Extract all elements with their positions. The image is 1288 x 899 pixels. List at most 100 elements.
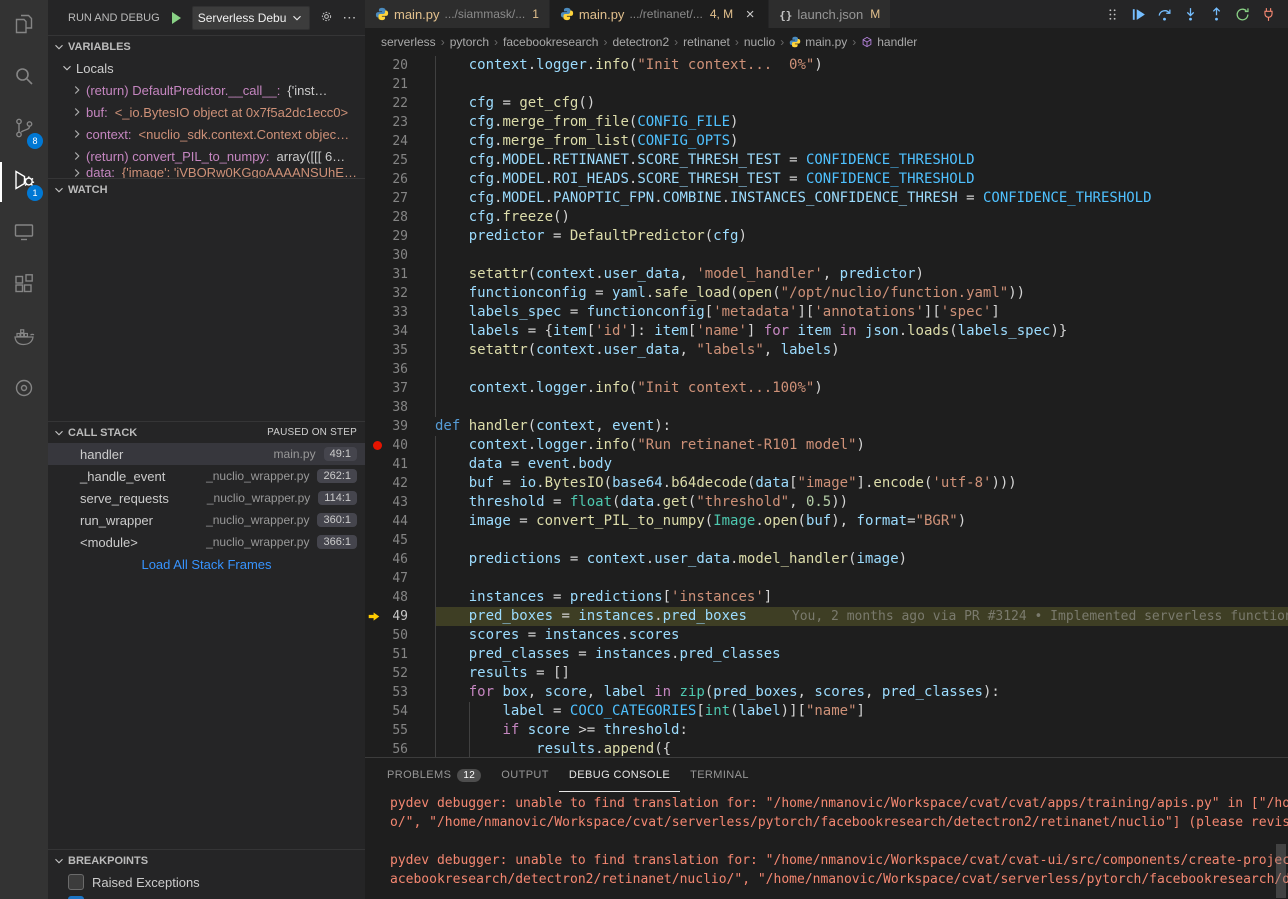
breakpoint-dot[interactable]	[373, 441, 382, 450]
code-line-22[interactable]: 22 cfg = get_cfg()	[365, 94, 1288, 113]
code-line-50[interactable]: 50 scores = instances.scores	[365, 626, 1288, 645]
code-line-24[interactable]: 24 cfg.merge_from_list(CONFIG_OPTS)	[365, 132, 1288, 151]
gear-icon[interactable]	[318, 9, 333, 27]
scope-locals[interactable]: Locals	[48, 57, 365, 79]
code-line-31[interactable]: 31 setattr(context.user_data, 'model_han…	[365, 265, 1288, 284]
step-out-icon[interactable]	[1204, 3, 1228, 25]
variable-row[interactable]: (return) convert_PIL_to_numpy:array([[[ …	[48, 145, 365, 167]
breadcrumb-item[interactable]: handler	[861, 35, 917, 49]
panel-tab-debug-console[interactable]: DEBUG CONSOLE	[559, 758, 680, 792]
code-line-33[interactable]: 33 labels_spec = functionconfig['metadat…	[365, 303, 1288, 322]
gutter[interactable]: 26	[365, 170, 435, 189]
gutter[interactable]: 29	[365, 227, 435, 246]
gutter[interactable]: 34	[365, 322, 435, 341]
checkbox[interactable]	[68, 874, 84, 890]
code-line-25[interactable]: 25 cfg.MODEL.RETINANET.SCORE_THRESH_TEST…	[365, 151, 1288, 170]
gutter[interactable]: 45	[365, 531, 435, 550]
code-line-38[interactable]: 38	[365, 398, 1288, 417]
gutter[interactable]: 32	[365, 284, 435, 303]
close-icon[interactable]: ×	[742, 6, 758, 23]
code-line-47[interactable]: 47	[365, 569, 1288, 588]
scrollbar[interactable]	[1276, 844, 1286, 898]
breadcrumb-item[interactable]: facebookresearch	[503, 35, 598, 49]
activity-run-debug-button[interactable]: 1	[0, 156, 48, 208]
breadcrumb-item[interactable]: main.py	[789, 35, 847, 49]
disconnect-icon[interactable]	[1256, 3, 1280, 25]
gutter[interactable]: 38	[365, 398, 435, 417]
step-over-icon[interactable]	[1152, 3, 1176, 25]
debug-config-select[interactable]: Ser­verless Debu	[192, 6, 311, 30]
code-line-36[interactable]: 36	[365, 360, 1288, 379]
breadcrumb-item[interactable]: retinanet	[683, 35, 730, 49]
activity-target-button[interactable]	[0, 364, 48, 416]
tab-launch.json[interactable]: {}launch.jsonM	[769, 0, 891, 28]
code-line-29[interactable]: 29 predictor = DefaultPredictor(cfg)	[365, 227, 1288, 246]
breadcrumb-item[interactable]: detectron2	[612, 35, 669, 49]
gutter[interactable]: 21	[365, 75, 435, 94]
code-line-52[interactable]: 52 results = []	[365, 664, 1288, 683]
gutter[interactable]: 20	[365, 56, 435, 75]
gutter[interactable]: 52	[365, 664, 435, 683]
tab-main.py[interactable]: main.py.../siammask/...1	[365, 0, 550, 28]
panel-tab-problems[interactable]: PROBLEMS12	[377, 758, 491, 792]
code-line-49[interactable]: 49 pred_boxes = instances.pred_boxesYou,…	[365, 607, 1288, 626]
step-into-icon[interactable]	[1178, 3, 1202, 25]
continue-icon[interactable]	[1126, 3, 1150, 25]
gutter[interactable]: 48	[365, 588, 435, 607]
activity-remote-button[interactable]	[0, 208, 48, 260]
code-editor[interactable]: 20 context.logger.info("Init context... …	[365, 56, 1288, 757]
gutter[interactable]: 36	[365, 360, 435, 379]
gutter[interactable]: 43	[365, 493, 435, 512]
gutter[interactable]: 44	[365, 512, 435, 531]
gutter[interactable]: 37	[365, 379, 435, 398]
variables-section-header[interactable]: VARIABLES	[48, 35, 365, 57]
debug-console-output[interactable]: pydev debugger: unable to find translati…	[365, 792, 1288, 899]
gutter[interactable]: 25	[365, 151, 435, 170]
variable-row[interactable]: context:<nuclio_sdk.context.Context obje…	[48, 123, 365, 145]
gutter[interactable]: 56	[365, 740, 435, 757]
gutter[interactable]: 46	[365, 550, 435, 569]
code-line-53[interactable]: 53 for box, score, label in zip(pred_box…	[365, 683, 1288, 702]
activity-search-button[interactable]	[0, 52, 48, 104]
stack-frame-row[interactable]: serve_requests_nuclio_wrapper.py114:1	[48, 487, 365, 509]
activity-explorer-button[interactable]	[0, 0, 48, 52]
gutter[interactable]: 39	[365, 417, 435, 436]
breakpoints-section-header[interactable]: BREAKPOINTS	[48, 849, 365, 871]
gutter[interactable]: 27	[365, 189, 435, 208]
code-line-42[interactable]: 42 buf = io.BytesIO(base64.b64decode(dat…	[365, 474, 1288, 493]
code-line-55[interactable]: 55 if score >= threshold:	[365, 721, 1288, 740]
gutter[interactable]: 42	[365, 474, 435, 493]
more-actions-icon[interactable]: ⋯	[342, 9, 357, 26]
code-line-32[interactable]: 32 functionconfig = yaml.safe_load(open(…	[365, 284, 1288, 303]
breakpoint-row[interactable]: Uncaught Exceptions	[48, 893, 365, 899]
activity-source-control-button[interactable]: 8	[0, 104, 48, 156]
gutter[interactable]: 35	[365, 341, 435, 360]
gutter[interactable]: 22	[365, 94, 435, 113]
code-line-44[interactable]: 44 image = convert_PIL_to_numpy(Image.op…	[365, 512, 1288, 531]
stack-frame-row[interactable]: <module>_nuclio_wrapper.py366:1	[48, 531, 365, 553]
variable-row[interactable]: data:{'image': 'iVBORw0KGgoAAAANSUhE…	[48, 167, 365, 178]
code-line-21[interactable]: 21	[365, 75, 1288, 94]
load-all-stack-frames-link[interactable]: Load All Stack Frames	[48, 553, 365, 575]
code-line-56[interactable]: 56 results.append({	[365, 740, 1288, 757]
gutter[interactable]: 51	[365, 645, 435, 664]
code-line-43[interactable]: 43 threshold = float(data.get("threshold…	[365, 493, 1288, 512]
stack-frame-row[interactable]: handlermain.py49:1	[48, 443, 365, 465]
breakpoint-row[interactable]: Raised Exceptions	[48, 871, 365, 893]
gutter[interactable]: 33	[365, 303, 435, 322]
gutter[interactable]: 53	[365, 683, 435, 702]
gutter[interactable]: 40	[365, 436, 435, 455]
breadcrumb-item[interactable]: pytorch	[450, 35, 489, 49]
code-line-37[interactable]: 37 context.logger.info("Init context...1…	[365, 379, 1288, 398]
restart-icon[interactable]	[1230, 3, 1254, 25]
gutter[interactable]: 31	[365, 265, 435, 284]
code-line-41[interactable]: 41 data = event.body	[365, 455, 1288, 474]
stack-frame-row[interactable]: _handle_event_nuclio_wrapper.py262:1	[48, 465, 365, 487]
gutter[interactable]: 41	[365, 455, 435, 474]
code-line-27[interactable]: 27 cfg.MODEL.PANOPTIC_FPN.COMBINE.INSTAN…	[365, 189, 1288, 208]
code-line-30[interactable]: 30	[365, 246, 1288, 265]
code-line-23[interactable]: 23 cfg.merge_from_file(CONFIG_FILE)	[365, 113, 1288, 132]
activity-docker-button[interactable]	[0, 312, 48, 364]
code-line-26[interactable]: 26 cfg.MODEL.ROI_HEADS.SCORE_THRESH_TEST…	[365, 170, 1288, 189]
call-stack-section-header[interactable]: CALL STACK PAUSED ON STEP	[48, 421, 365, 443]
